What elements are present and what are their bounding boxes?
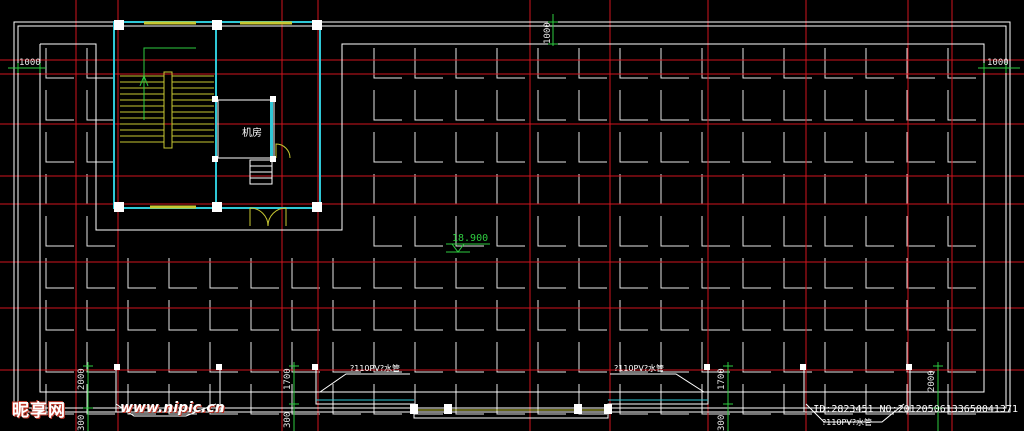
dim-bottom-left-300: 300 bbox=[77, 415, 87, 431]
image-id-stamp: ID:2823451 NO:20120506133650041371 bbox=[813, 404, 1018, 415]
dim-left-1000-text: 1000 bbox=[19, 58, 41, 68]
dim-bottom-mid-1700-a: 1700 bbox=[283, 368, 293, 390]
watermark-brand: 昵享网 bbox=[12, 401, 66, 421]
dim-right-1000-text: 1000 bbox=[987, 58, 1009, 68]
dim-top-1000-text: 1000 bbox=[543, 22, 553, 44]
machine-room-label: 机房 bbox=[242, 126, 262, 139]
roof-plan-drawing: 机房 18.900 1000 1000 1000 2000 300 1700 3… bbox=[0, 0, 1024, 431]
dim-bottom-mid-1700-b: 1700 bbox=[717, 368, 727, 390]
watermark-url: www.nipic.cn bbox=[120, 400, 225, 416]
dim-bottom-mid-300-b: 300 bbox=[717, 415, 727, 431]
dim-bottom-mid-300-a: 300 bbox=[283, 412, 293, 428]
elevation-text: 18.900 bbox=[452, 233, 488, 244]
pipe-label-right: ?110PV?水管 bbox=[614, 363, 664, 373]
drawing-background bbox=[0, 0, 1024, 431]
dim-bottom-left-2000: 2000 bbox=[77, 368, 87, 390]
pipe-label-far-right: ?110PV?水管 bbox=[822, 417, 872, 427]
pipe-label-left: ?110PV?水管 bbox=[350, 363, 400, 373]
dim-bottom-right-2000: 2000 bbox=[927, 370, 937, 392]
